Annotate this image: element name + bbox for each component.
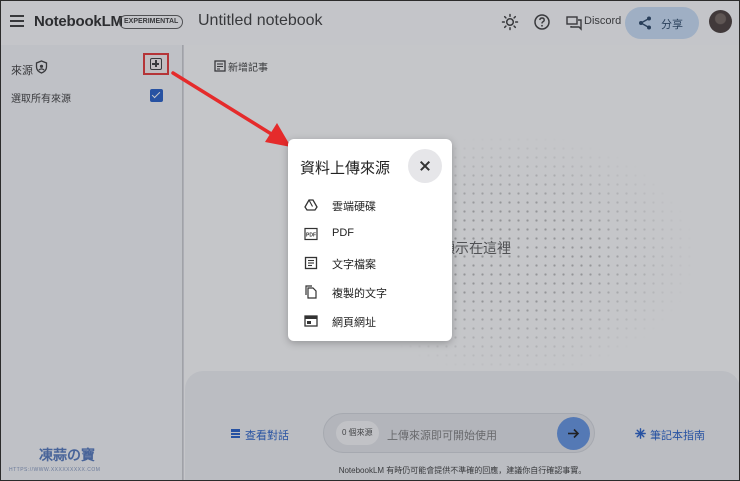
option-label: PDF — [332, 227, 354, 239]
option-label: 網頁網址 — [332, 317, 376, 329]
option-pdf[interactable]: PDF PDF — [304, 224, 444, 246]
option-label: 文字檔案 — [332, 259, 376, 271]
option-label: 複製的文字 — [332, 288, 387, 300]
option-copied-text[interactable]: 複製的文字 — [304, 282, 444, 304]
dialog-title: 資料上傳來源 — [300, 160, 391, 177]
option-text-file[interactable]: 文字檔案 — [304, 253, 444, 275]
option-google-drive[interactable]: 雲端硬碟 — [304, 195, 444, 217]
drive-icon — [304, 199, 318, 211]
text-file-icon — [304, 256, 318, 270]
option-web-url[interactable]: 網頁網址 — [304, 311, 444, 333]
app-window: NotebookLM EXPERIMENTAL Untitled noteboo… — [0, 0, 740, 481]
pdf-icon: PDF — [304, 227, 318, 241]
svg-text:PDF: PDF — [306, 232, 316, 238]
copy-text-icon — [305, 285, 317, 299]
close-dialog-button[interactable] — [408, 149, 442, 183]
option-label: 雲端硬碟 — [332, 201, 376, 213]
web-url-icon — [304, 315, 318, 327]
upload-source-dialog: 資料上傳來源 雲端硬碟 PDF PDF 文字檔案 複製的文字 網頁網址 — [288, 139, 452, 341]
